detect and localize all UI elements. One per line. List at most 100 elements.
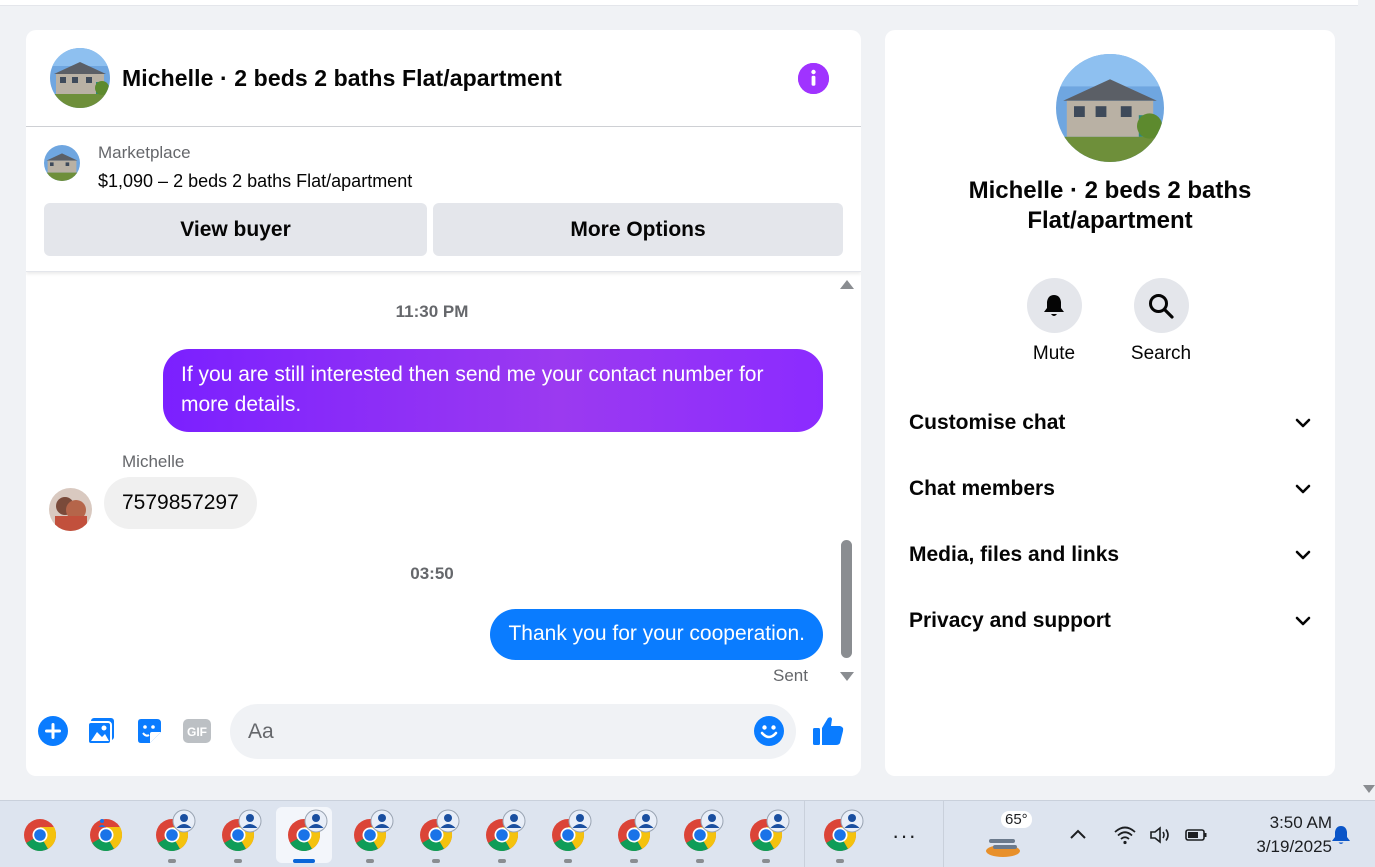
page-scrollbar[interactable]: [1358, 0, 1375, 800]
running-indicator: [498, 859, 506, 863]
message-composer: GIF: [26, 702, 861, 762]
running-indicator: [234, 859, 242, 863]
chrome-profile-icon: [436, 809, 460, 833]
taskbar-chrome-button[interactable]: [474, 807, 530, 863]
section-label: Chat members: [909, 477, 1055, 500]
clock-time: 3:50 AM: [1269, 813, 1332, 832]
search-label: Search: [1130, 343, 1192, 364]
search-icon: [1133, 278, 1189, 333]
battery-icon[interactable]: [1184, 823, 1208, 847]
temperature: 65°: [1001, 811, 1032, 828]
system-clock[interactable]: 3:50 AM 3/19/2025: [1222, 811, 1332, 859]
mute-label: Mute: [1032, 343, 1076, 364]
scroll-up-arrow[interactable]: [840, 280, 854, 289]
chrome-profile-icon: [502, 809, 526, 833]
notification-bell-icon[interactable]: [1329, 823, 1353, 847]
gif-icon[interactable]: GIF: [182, 716, 212, 746]
sender-avatar[interactable]: [49, 488, 92, 531]
chrome-profile-icon: [98, 819, 106, 827]
chrome-profile-icon: [634, 809, 658, 833]
info-avatar[interactable]: [1056, 54, 1164, 162]
chrome-profile-icon: [370, 809, 394, 833]
bell-icon: [1026, 278, 1082, 333]
taskbar: ··· 65° 3:50 AM 3/19/2025: [0, 800, 1375, 867]
info-title: Michelle · 2 beds 2 baths Flat/apartment: [968, 177, 1252, 234]
chrome-profile-icon: [700, 809, 724, 833]
taskbar-chrome-button[interactable]: [672, 807, 728, 863]
outgoing-message[interactable]: If you are still interested then send me…: [163, 349, 823, 432]
running-indicator: [432, 859, 440, 863]
timestamp-separator: 11:30 PM: [395, 302, 469, 321]
photo-icon[interactable]: [86, 716, 116, 746]
incoming-message[interactable]: 7579857297: [104, 477, 257, 529]
marketplace-banner: Marketplace $1,090 – 2 beds 2 baths Flat…: [26, 127, 861, 272]
taskbar-chrome-button[interactable]: [540, 807, 596, 863]
taskbar-chrome-button[interactable]: [144, 807, 200, 863]
view-buyer-button[interactable]: View buyer: [44, 203, 427, 256]
volume-icon[interactable]: [1148, 823, 1172, 847]
taskbar-chrome-button[interactable]: [812, 807, 868, 863]
sticker-icon[interactable]: [134, 716, 164, 746]
running-indicator: [564, 859, 572, 863]
running-indicator: [762, 859, 770, 863]
listing-avatar[interactable]: [50, 48, 110, 108]
chevron-down-icon: [1295, 616, 1311, 626]
taskbar-chrome-button[interactable]: [210, 807, 266, 863]
marketplace-label: Marketplace: [98, 143, 191, 162]
sender-name: Michelle: [122, 452, 185, 471]
svg-text:GIF: GIF: [187, 725, 207, 739]
sent-status: Sent: [773, 666, 808, 685]
weather-widget[interactable]: 65°: [983, 811, 1033, 859]
chevron-up-icon[interactable]: [1066, 823, 1090, 847]
message-input[interactable]: [248, 716, 728, 748]
running-indicator: [293, 859, 315, 863]
conversation-info-panel: Michelle · 2 beds 2 baths Flat/apartment…: [885, 30, 1335, 776]
section-customise-chat[interactable]: Customise chat: [909, 403, 1313, 443]
chat-header: Michelle · 2 beds 2 baths Flat/apartment: [26, 30, 861, 127]
taskbar-divider: [804, 801, 805, 867]
taskbar-chrome-button[interactable]: [78, 807, 134, 863]
more-apps-icon[interactable]: ···: [892, 823, 917, 849]
scroll-thumb[interactable]: [841, 540, 852, 658]
chrome-profile-icon: [840, 809, 864, 833]
mute-button[interactable]: Mute: [1014, 278, 1094, 365]
running-indicator: [836, 859, 844, 863]
taskbar-chrome-button[interactable]: [408, 807, 464, 863]
plus-icon[interactable]: [38, 716, 68, 746]
listing-summary[interactable]: $1,090 – 2 beds 2 baths Flat/apartment: [98, 171, 412, 192]
outgoing-message[interactable]: Thank you for your cooperation.: [490, 609, 823, 660]
taskbar-chrome-button[interactable]: [12, 807, 68, 863]
chrome-profile-icon: [304, 809, 328, 833]
chrome-icon: [24, 819, 57, 852]
chrome-profile-icon: [172, 809, 196, 833]
chrome-profile-icon: [568, 809, 592, 833]
listing-thumbnail[interactable]: [44, 145, 80, 181]
page-scroll-down-arrow[interactable]: [1363, 785, 1375, 793]
scroll-down-arrow[interactable]: [840, 672, 854, 681]
message-input-wrapper: [230, 704, 796, 759]
message-list: 11:30 PM If you are still interested the…: [26, 274, 861, 692]
section-label: Customise chat: [909, 411, 1066, 434]
running-indicator: [696, 859, 704, 863]
wifi-icon[interactable]: [1113, 823, 1137, 847]
taskbar-chrome-button[interactable]: [342, 807, 398, 863]
timestamp-separator: 03:50: [410, 564, 454, 583]
emoji-icon[interactable]: [754, 716, 784, 746]
chrome-profile-icon: [238, 809, 262, 833]
taskbar-chrome-button[interactable]: [606, 807, 662, 863]
more-options-button[interactable]: More Options: [433, 203, 843, 256]
taskbar-divider: [943, 801, 944, 867]
like-icon[interactable]: [811, 714, 845, 748]
search-button[interactable]: Search: [1121, 278, 1201, 365]
info-icon[interactable]: [798, 63, 829, 94]
taskbar-chrome-button[interactable]: [738, 807, 794, 863]
taskbar-chrome-button[interactable]: [276, 807, 332, 863]
running-indicator: [366, 859, 374, 863]
section-media-files-links[interactable]: Media, files and links: [909, 535, 1313, 575]
chrome-profile-icon: [766, 809, 790, 833]
section-privacy-support[interactable]: Privacy and support: [909, 601, 1313, 641]
chevron-down-icon: [1295, 484, 1311, 494]
chat-title[interactable]: Michelle · 2 beds 2 baths Flat/apartment: [122, 65, 562, 92]
message-scrollbar[interactable]: [840, 278, 854, 688]
section-chat-members[interactable]: Chat members: [909, 469, 1313, 509]
